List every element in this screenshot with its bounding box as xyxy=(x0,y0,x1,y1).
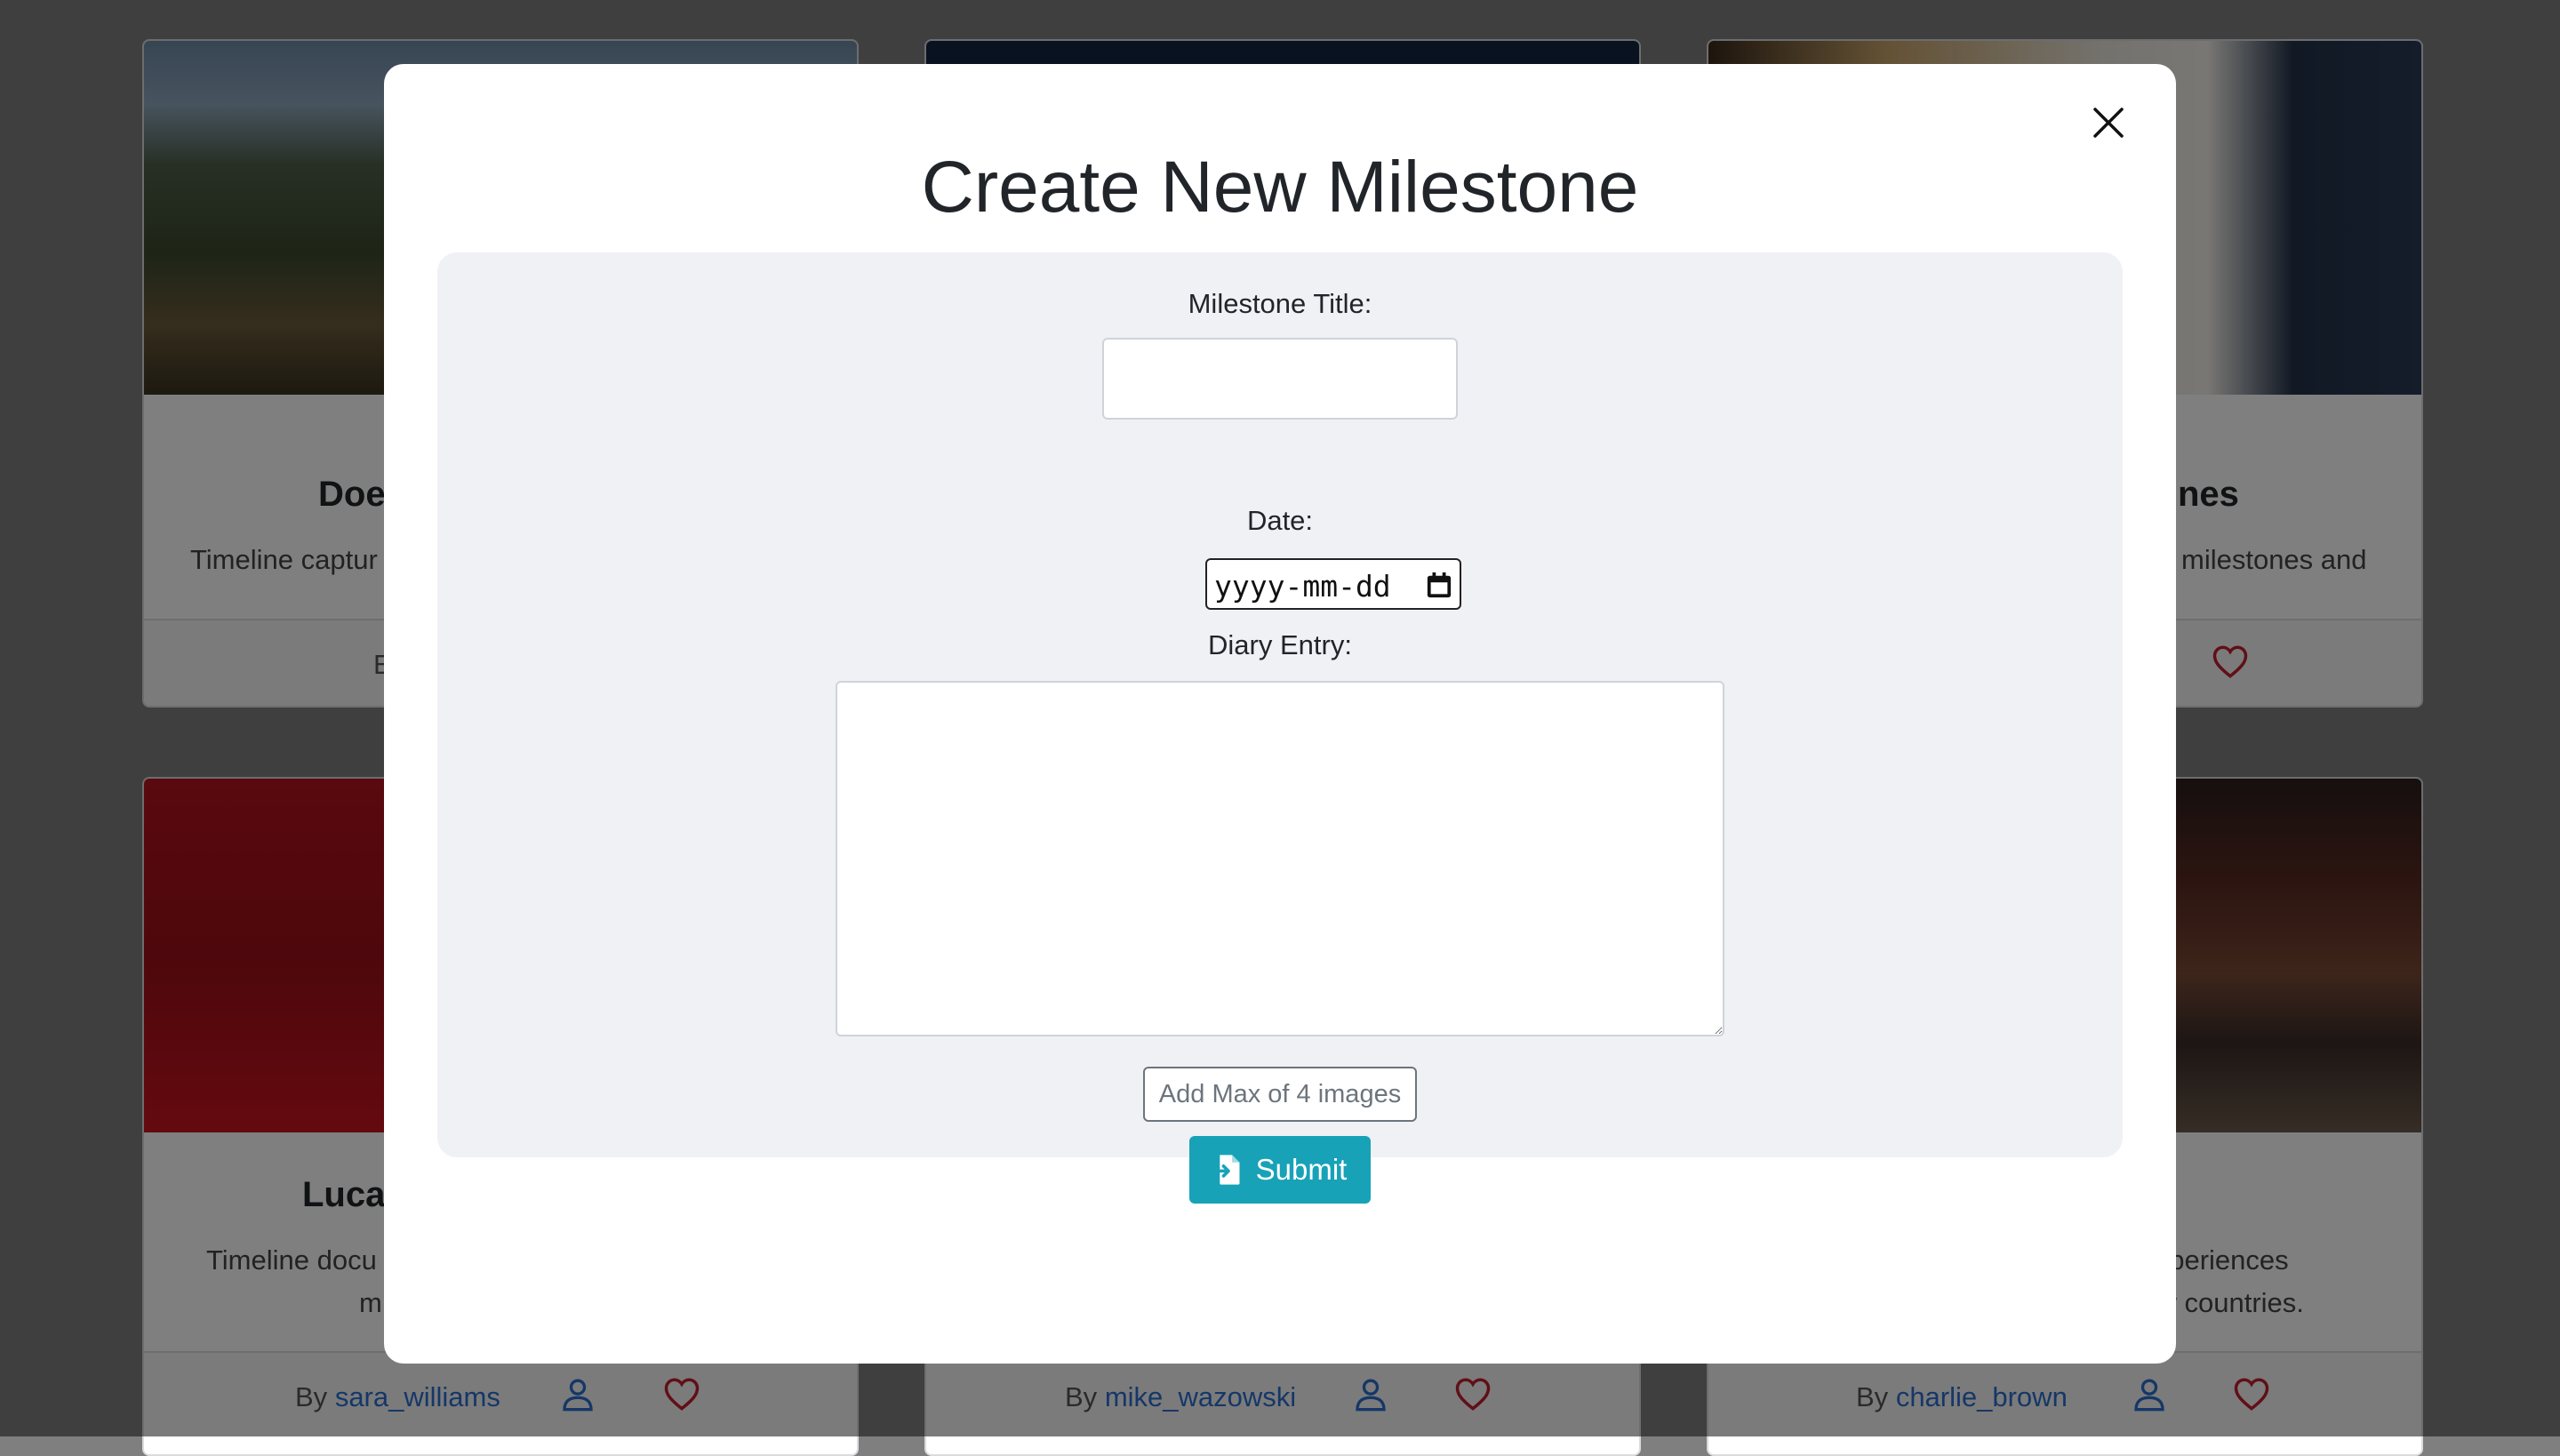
milestone-form: Milestone Title: Date: yyyy-mm-dd Diary … xyxy=(437,252,2123,1204)
date-input[interactable]: yyyy-mm-dd xyxy=(1205,558,1461,610)
date-placeholder: yyyy-mm-dd xyxy=(1214,569,1391,604)
diary-entry-textarea[interactable] xyxy=(836,681,1724,1036)
submit-button[interactable]: Submit xyxy=(1189,1136,1371,1204)
diary-entry-label: Diary Entry: xyxy=(1208,629,1352,660)
create-milestone-modal: Create New Milestone Milestone Title: Da… xyxy=(384,64,2176,1364)
milestone-title-label: Milestone Title: xyxy=(1188,288,1372,319)
submit-label: Submit xyxy=(1255,1153,1348,1186)
file-import-icon xyxy=(1212,1155,1240,1185)
date-label: Date: xyxy=(1246,505,1314,536)
close-icon xyxy=(2093,108,2124,138)
close-button[interactable] xyxy=(2082,96,2135,149)
add-images-button[interactable]: Add Max of 4 images xyxy=(1143,1067,1417,1122)
milestone-title-input[interactable] xyxy=(1102,338,1458,420)
calendar-icon[interactable] xyxy=(1426,571,1452,599)
modal-title: Create New Milestone xyxy=(921,147,1639,228)
